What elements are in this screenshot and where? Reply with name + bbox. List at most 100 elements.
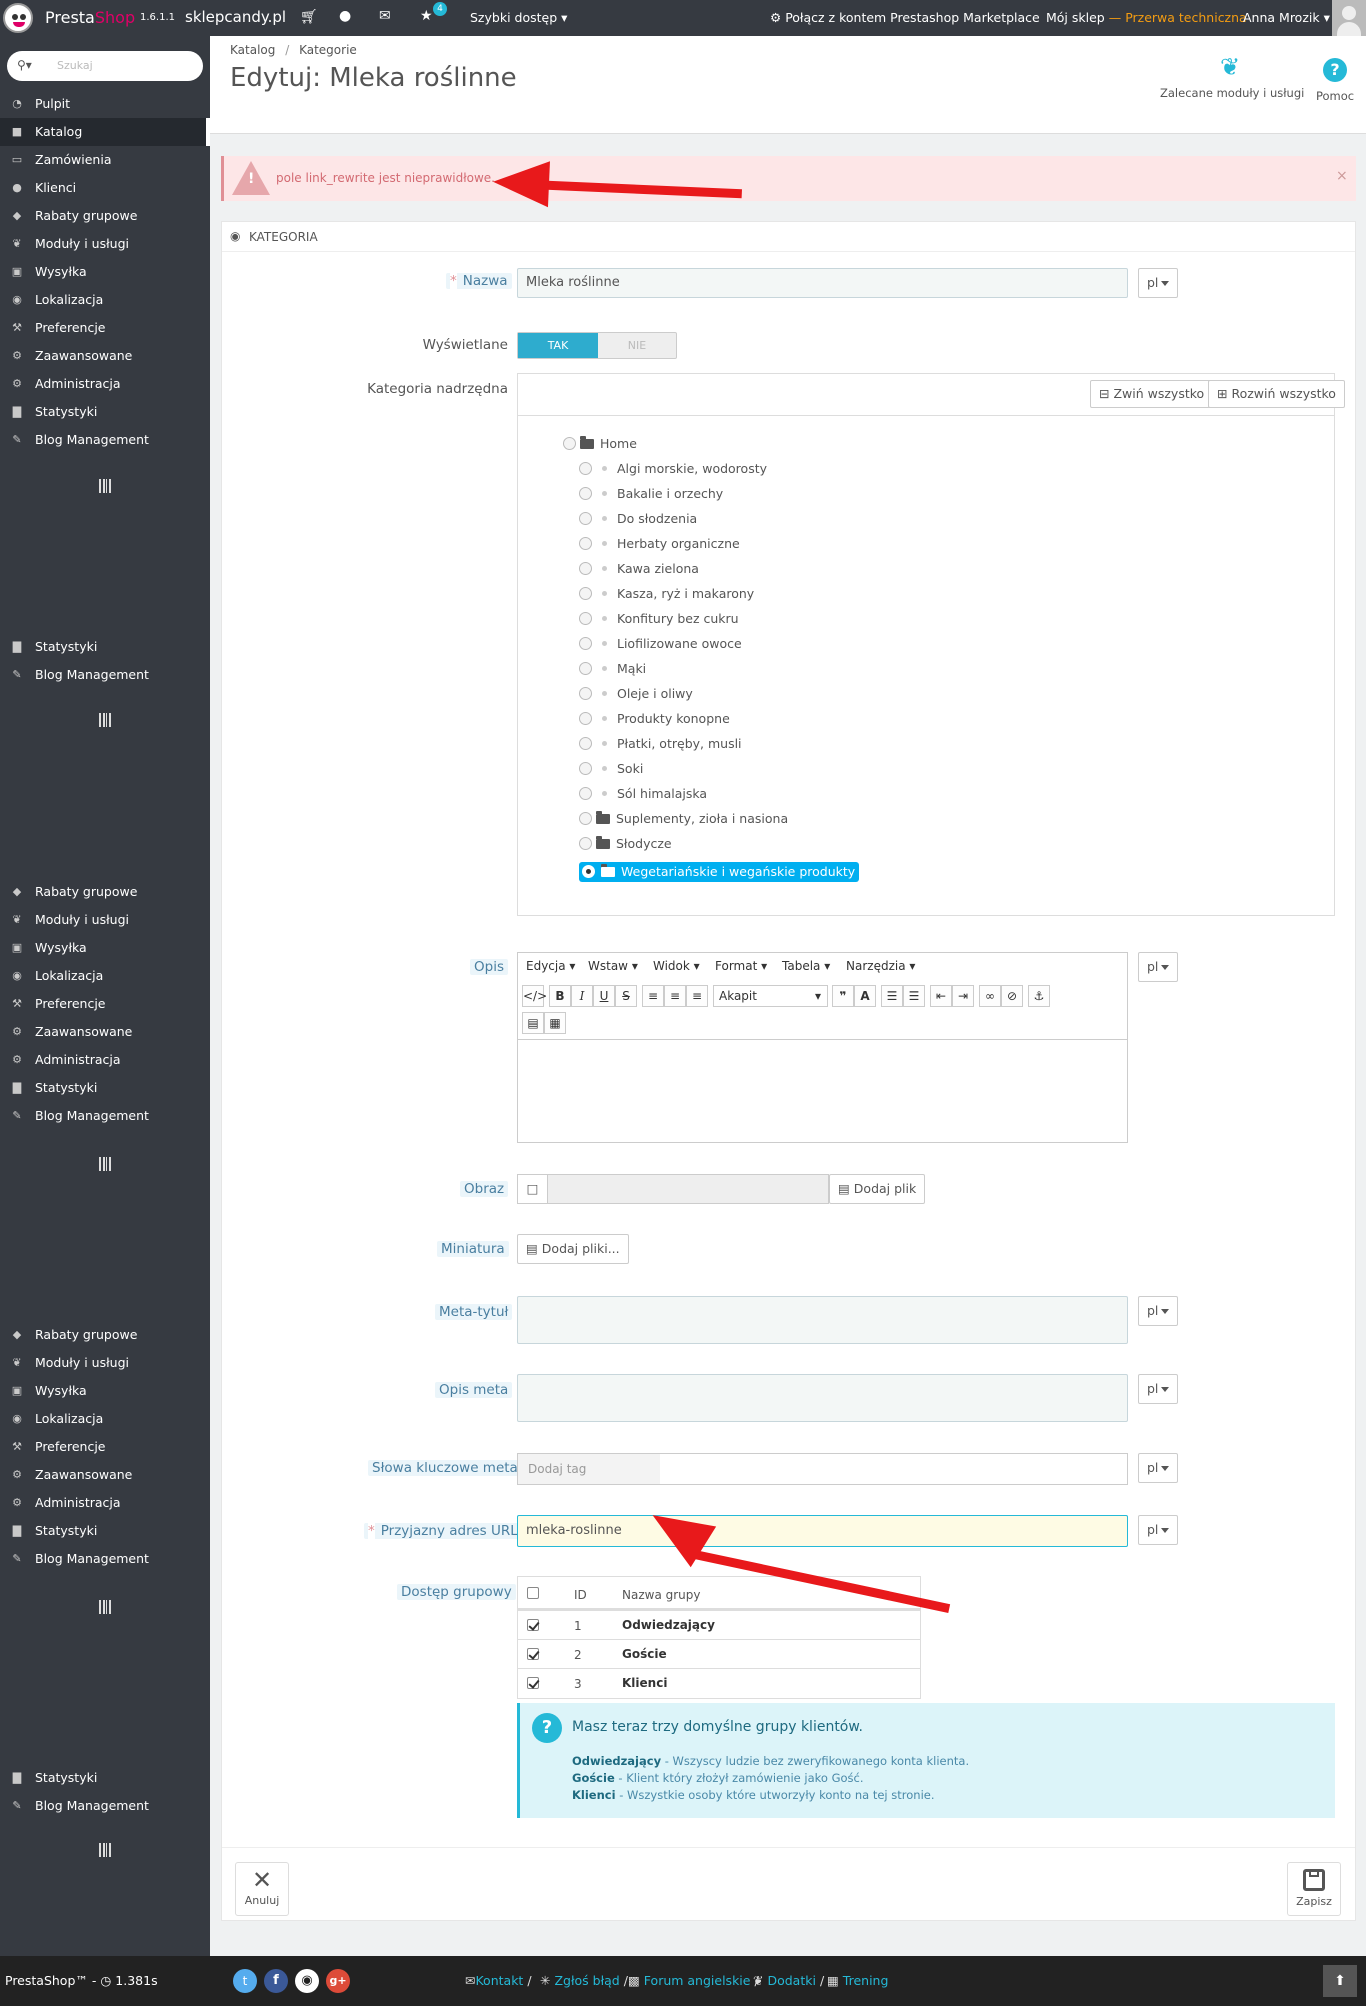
tree-radio[interactable]: [579, 837, 592, 850]
name-lang-dropdown[interactable]: pl: [1138, 268, 1178, 298]
sidebar-collapse-icon[interactable]: [99, 713, 111, 727]
sidebar-item[interactable]: ◉ Lokalizacja: [0, 1405, 210, 1433]
underline-icon[interactable]: U: [593, 985, 615, 1007]
breadcrumb-categories[interactable]: Kategorie: [299, 43, 357, 57]
sidebar-item[interactable]: ⚒ Preferencje: [0, 990, 210, 1018]
quick-access-dropdown[interactable]: Szybki dostęp ▾: [470, 10, 567, 25]
sidebar-item[interactable]: ⚙ Administracja: [0, 370, 210, 398]
tree-item[interactable]: Oleje i oliwy: [579, 684, 693, 704]
toggle-yes[interactable]: TAK: [518, 333, 598, 358]
friendly-url-input[interactable]: mleka-roslinne: [517, 1515, 1128, 1547]
italic-icon[interactable]: I: [571, 985, 593, 1007]
group-checkbox[interactable]: [527, 1619, 539, 1631]
editor-menu[interactable]: Wstaw ▾: [588, 959, 638, 973]
description-editor[interactable]: Edycja ▾ Wstaw ▾ Widok ▾ Format ▾ Tabela ▾ Na…: [517, 952, 1128, 1143]
bold-icon[interactable]: B: [549, 985, 571, 1007]
addons-link[interactable]: ❦ Dodatki /: [753, 1973, 824, 1988]
tree-root[interactable]: Home: [563, 434, 637, 454]
editor-menu[interactable]: Edycja ▾: [526, 959, 575, 973]
meta-title-input[interactable]: [517, 1296, 1128, 1344]
tree-radio[interactable]: [579, 687, 592, 700]
tree-item[interactable]: Sól himalajska: [579, 784, 707, 804]
cart-icon[interactable]: 🛒︎: [300, 9, 318, 25]
friendly-url-lang-dropdown[interactable]: pl: [1138, 1515, 1178, 1545]
contact-link[interactable]: ✉Kontakt /: [465, 1973, 532, 1988]
sidebar-item[interactable]: ◉ Lokalizacja: [0, 962, 210, 990]
sidebar-item[interactable]: ✎ Blog Management: [0, 1102, 210, 1130]
cancel-button[interactable]: ✕ Anuluj: [235, 1862, 289, 1916]
sidebar-collapse-icon[interactable]: [99, 1843, 111, 1857]
tree-radio[interactable]: [579, 662, 592, 675]
bullet-list-icon[interactable]: ☰: [881, 985, 903, 1007]
sidebar-item[interactable]: ⚙ Zaawansowane: [0, 1018, 210, 1046]
search-input[interactable]: Szukaj: [57, 59, 93, 72]
trophy-icon[interactable]: ★: [420, 8, 433, 24]
shop-name-link[interactable]: sklepcandy.pl: [185, 8, 286, 26]
search-box[interactable]: ⚲▾ Szukaj: [7, 51, 203, 81]
link-icon[interactable]: ∞: [979, 985, 1001, 1007]
google-plus-icon[interactable]: g+: [326, 1969, 350, 1993]
sidebar-item[interactable]: ⚙ Zaawansowane: [0, 1461, 210, 1489]
envelope-icon[interactable]: ✉: [379, 8, 391, 24]
sidebar-item[interactable]: ◉ Lokalizacja: [0, 286, 210, 314]
facebook-icon[interactable]: f: [264, 1969, 288, 1993]
source-code-icon[interactable]: </>: [522, 985, 547, 1007]
report-bug-link[interactable]: ✳ Zgłoś błąd /: [540, 1973, 628, 1988]
editor-menu[interactable]: Format ▾: [715, 959, 767, 973]
sidebar-item[interactable]: ⚙ Administracja: [0, 1489, 210, 1517]
sidebar-item[interactable]: ▣ Wysyłka: [0, 258, 210, 286]
sidebar-item[interactable]: ⚙ Zaawansowane: [0, 342, 210, 370]
tree-radio[interactable]: [579, 737, 592, 750]
tree-radio[interactable]: [579, 612, 592, 625]
tree-item[interactable]: Liofilizowane owoce: [579, 634, 742, 654]
tree-radio[interactable]: [579, 537, 592, 550]
add-tag-input[interactable]: Dodaj tag: [518, 1454, 660, 1484]
blockquote-icon[interactable]: ❞: [832, 985, 854, 1007]
tree-item[interactable]: Suplementy, zioła i nasiona: [579, 809, 788, 829]
editor-menu[interactable]: Widok ▾: [653, 959, 700, 973]
help-button[interactable]: ? Pomoc: [1310, 58, 1360, 103]
anchor-icon[interactable]: ⚓: [1028, 985, 1050, 1007]
group-checkbox[interactable]: [527, 1677, 539, 1689]
sidebar-item[interactable]: ✎ Blog Management: [0, 426, 210, 454]
tree-item-selected[interactable]: Wegetariańskie i wegańskie produkty: [579, 862, 860, 882]
name-input[interactable]: Mleka roślinne: [517, 268, 1128, 298]
sidebar-item[interactable]: ⚙ Administracja: [0, 1046, 210, 1074]
tree-radio[interactable]: [579, 562, 592, 575]
save-button[interactable]: Zapisz: [1287, 1862, 1341, 1916]
sidebar-item[interactable]: ■ Katalog: [0, 118, 210, 146]
expand-all-button[interactable]: ⊞ Rozwiń wszystko: [1208, 380, 1345, 408]
sidebar-item[interactable]: ▣ Wysyłka: [0, 1377, 210, 1405]
align-center-icon[interactable]: ≡: [664, 985, 686, 1007]
sidebar-item[interactable]: ▇ Statystyki: [0, 633, 210, 661]
avatar[interactable]: [1332, 0, 1366, 36]
toggle-no[interactable]: NIE: [598, 333, 676, 358]
tree-item[interactable]: Słodycze: [579, 834, 672, 854]
image-file-input[interactable]: □: [517, 1174, 829, 1204]
numbered-list-icon[interactable]: ☰: [903, 985, 925, 1007]
sidebar-item[interactable]: ▇ Statystyki: [0, 1764, 210, 1792]
sidebar-collapse-icon[interactable]: [99, 1157, 111, 1171]
user-menu[interactable]: Anna Mrozik ▾: [1243, 10, 1330, 25]
media-icon[interactable]: ▤: [522, 1012, 544, 1034]
sidebar-item[interactable]: ⚒ Preferencje: [0, 1433, 210, 1461]
tree-item[interactable]: Kasza, ryż i makarony: [579, 584, 754, 604]
tree-item[interactable]: Soki: [579, 759, 643, 779]
sidebar-collapse-icon[interactable]: [99, 479, 111, 493]
add-file-button[interactable]: ▤ Dodaj plik: [829, 1174, 926, 1204]
tree-radio[interactable]: [579, 812, 592, 825]
twitter-icon[interactable]: t: [233, 1969, 257, 1993]
my-shop-link[interactable]: Mój sklep — Przerwa techniczna: [1046, 10, 1247, 25]
tree-item[interactable]: Konfitury bez cukru: [579, 609, 739, 629]
marketplace-link[interactable]: ⚙ Połącz z kontem Prestashop Marketplace: [770, 10, 1040, 25]
image-icon[interactable]: ▦: [544, 1012, 566, 1034]
scroll-top-button[interactable]: ⬆: [1323, 1965, 1357, 1997]
tree-radio[interactable]: [579, 487, 592, 500]
sidebar-item[interactable]: ⚒ Preferencje: [0, 314, 210, 342]
strikethrough-icon[interactable]: S: [615, 985, 637, 1007]
tree-item[interactable]: Bakalie i orzechy: [579, 484, 723, 504]
sidebar-item[interactable]: ✎ Blog Management: [0, 1792, 210, 1820]
sidebar-item[interactable]: ▣ Wysyłka: [0, 934, 210, 962]
sidebar-item[interactable]: ▇ Statystyki: [0, 1517, 210, 1545]
editor-menu[interactable]: Narzędzia ▾: [846, 959, 915, 973]
